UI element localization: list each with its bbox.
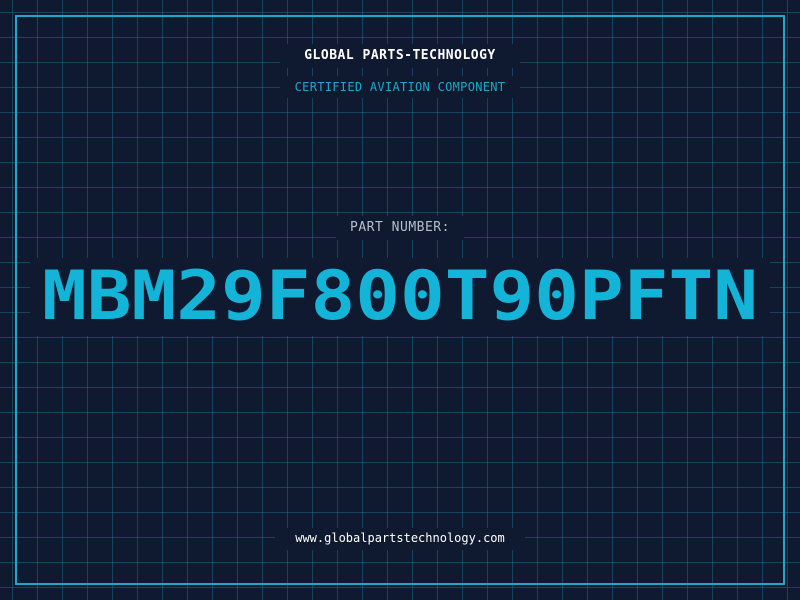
part-number-display: MBM29F800T90PFTN (42, 262, 758, 332)
company-name: GLOBAL PARTS-TECHNOLOGY (304, 48, 496, 63)
certificate-canvas: GLOBAL PARTS-TECHNOLOGY CERTIFIED AVIATI… (0, 0, 800, 600)
part-number: MBM29F800T90PFTN (42, 262, 758, 332)
subtitle: CERTIFIED AVIATION COMPONENT (294, 80, 506, 94)
website-url: www.globalpartstechnology.com (295, 531, 505, 545)
part-number-label: PART NUMBER: (350, 220, 450, 235)
